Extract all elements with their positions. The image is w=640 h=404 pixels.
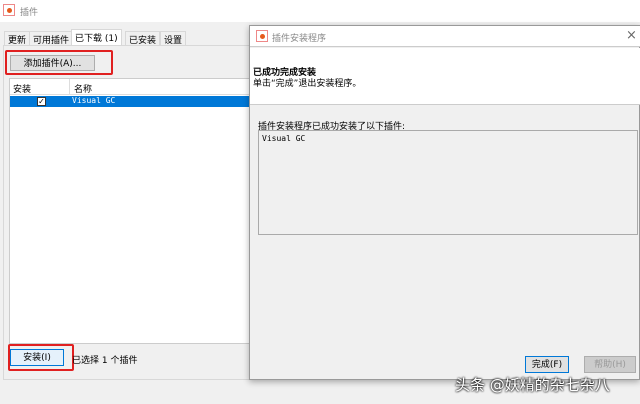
close-icon[interactable]: × [626,28,637,43]
tab-updates[interactable]: 更新 [4,31,31,46]
watermark: 头条 @妖精的杂七杂八 [455,376,610,394]
dialog-subheading: 单击“完成”退出安装程序。 [253,79,362,89]
plugin-table: 安装 名称 ✓ Visual GC [9,78,254,344]
help-button: 帮助(H) [584,356,636,373]
table-header-install[interactable]: 安装 [10,79,70,95]
dialog-header: 已成功完成安装 单击“完成”退出安装程序。 [250,48,640,105]
tab-installed[interactable]: 已安装 [125,31,161,46]
highlight-install [8,344,74,371]
tab-downloaded[interactable]: 已下载 (1) [71,29,122,46]
plugin-name: Visual GC [72,96,116,105]
installed-list[interactable]: Visual GC [258,130,638,235]
table-row[interactable]: ✓ Visual GC [10,96,254,107]
dialog-title: 插件安装程序 [272,34,327,44]
tab-settings[interactable]: 设置 [160,31,187,46]
tab-available[interactable]: 可用插件 [29,31,74,46]
finish-button[interactable]: 完成(F) [525,356,569,373]
install-checkbox[interactable]: ✓ [37,97,46,106]
highlight-add [5,50,113,75]
dialog-title-bar: 插件安装程序 × [250,26,640,47]
table-header-name[interactable]: 名称 [70,79,254,95]
app-icon [3,4,15,16]
title-bar: 插件 [0,0,640,22]
installer-dialog: 插件安装程序 × 已成功完成安装 单击“完成”退出安装程序。 插件安装程序已成功… [249,25,640,380]
window-title: 插件 [20,8,39,18]
dialog-icon [256,30,268,42]
installed-item: Visual GC [262,134,306,143]
selection-status: 已选择 1 个插件 [72,356,138,366]
